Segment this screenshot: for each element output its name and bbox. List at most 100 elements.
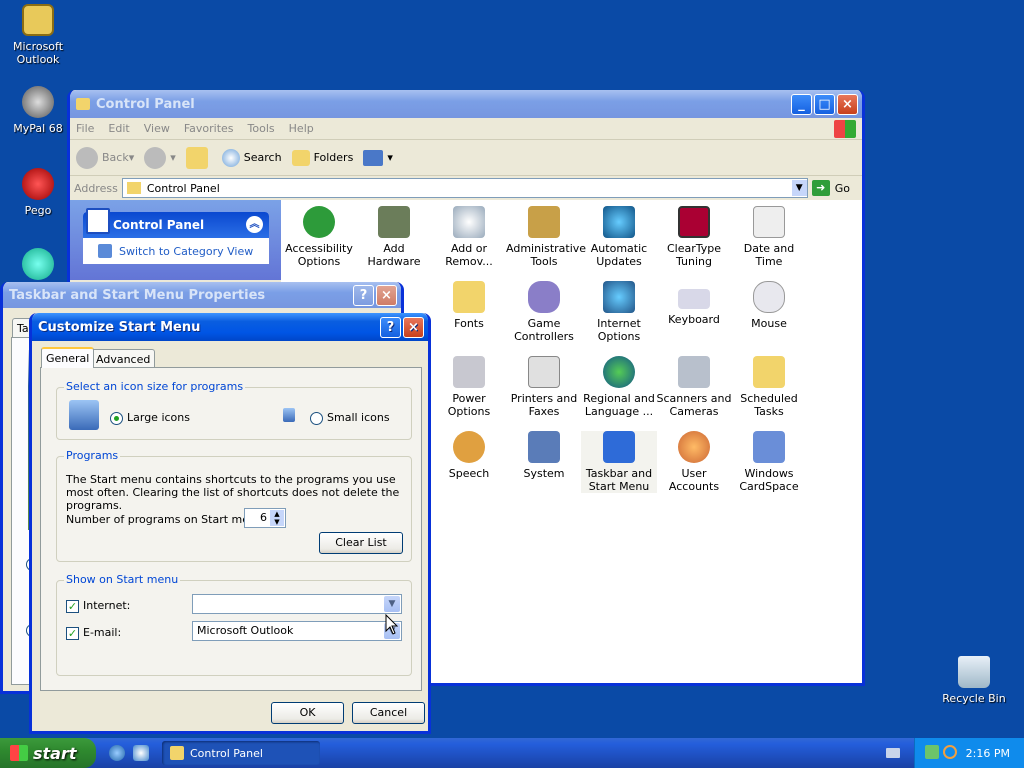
cp-internet-options[interactable]: Internet Options (581, 281, 657, 343)
chevron-down-icon[interactable]: ▼ (384, 596, 400, 612)
cp-automatic-updates[interactable]: Automatic Updates (581, 206, 657, 268)
up-folder-button[interactable] (185, 146, 212, 169)
cp-scheduled-tasks[interactable]: Scheduled Tasks (731, 356, 807, 418)
email-combo[interactable]: Microsoft Outlook ▼ (192, 621, 402, 641)
recycle-bin-icon (958, 656, 990, 688)
radio-button[interactable] (310, 411, 323, 425)
internet-combo[interactable]: ▼ (192, 594, 402, 614)
search-tray-icon[interactable] (943, 745, 957, 759)
programs-description: The Start menu contains shortcuts to the… (66, 473, 400, 512)
views-button[interactable]: ▾ (363, 149, 393, 166)
cp-keyboard[interactable]: Keyboard (656, 281, 732, 326)
views-icon (363, 149, 384, 166)
keyboard-indicator-icon[interactable] (886, 748, 900, 758)
cp-user-accounts[interactable]: User Accounts (656, 431, 732, 493)
tab-general[interactable]: General (41, 347, 95, 368)
small-icons-icon (283, 408, 295, 422)
desktop-icon-partial[interactable] (0, 248, 76, 284)
cp-administrative-tools[interactable]: Administrative Tools (506, 206, 586, 268)
forward-arrow-icon (144, 146, 167, 169)
switch-category-link[interactable]: Switch to Category View (83, 238, 269, 264)
collapse-icon[interactable]: ︽ (246, 216, 263, 233)
accessibility-icon (303, 206, 335, 238)
menu-favorites[interactable]: Favorites (184, 122, 234, 135)
window-title: Control Panel (96, 96, 195, 112)
network-icon[interactable] (925, 745, 939, 759)
ok-button[interactable]: OK (271, 702, 344, 724)
address-input[interactable]: Control Panel ▼ (121, 178, 808, 198)
clear-list-button[interactable]: Clear List (319, 532, 403, 554)
back-arrow-icon (76, 146, 98, 169)
icon-size-group: Select an icon size for programs Large i… (56, 380, 412, 440)
internet-checkbox[interactable]: ✓ Internet: (66, 599, 130, 613)
power-icon (453, 356, 485, 388)
control-panel-box: Control Panel ︽ Switch to Category View (83, 208, 269, 264)
close-button[interactable]: × (403, 316, 424, 338)
cp-regional-language[interactable]: Regional and Language ... (581, 356, 657, 418)
windows-logo-icon (834, 119, 856, 138)
programs-legend: Programs (64, 449, 121, 462)
close-button[interactable]: × (837, 93, 858, 115)
search-button[interactable]: Search (221, 148, 282, 167)
tab-advanced[interactable]: Advanced (91, 349, 156, 369)
forward-button[interactable]: ▾ (144, 146, 176, 169)
cp-taskbar-start-menu[interactable]: Taskbar and Start Menu (581, 431, 657, 493)
cp-power-options[interactable]: Power Options (431, 356, 507, 418)
back-button[interactable]: Back ▾ (76, 146, 134, 169)
cp-fonts[interactable]: Fonts (431, 281, 507, 330)
menu-tools[interactable]: Tools (248, 122, 275, 135)
cp-add-remove[interactable]: Add or Remov... (431, 206, 507, 268)
cp-scanners-cameras[interactable]: Scanners and Cameras (656, 356, 732, 418)
control-panel-box-header[interactable]: Control Panel ︽ (83, 208, 269, 238)
desktop-icon-outlook[interactable]: Microsoft Outlook (0, 4, 76, 66)
desktop-icon-recycle-bin[interactable]: Recycle Bin (936, 656, 1012, 705)
checkmark-icon[interactable]: ✓ (66, 626, 79, 640)
program-count-spinner[interactable]: 6 ▲ ▼ (244, 508, 286, 528)
cp-speech[interactable]: Speech (431, 431, 507, 480)
cp-cleartype-tuning[interactable]: ClearType Tuning (656, 206, 732, 268)
desktop-icon-mypal[interactable]: MyPal 68 (0, 86, 76, 135)
radio-button[interactable] (110, 411, 123, 425)
desktop-icon-pego[interactable]: Pego (0, 168, 76, 217)
checkmark-icon[interactable]: ✓ (66, 599, 79, 613)
cp-add-hardware[interactable]: Add Hardware (356, 206, 432, 268)
email-checkbox[interactable]: ✓ E-mail: (66, 626, 121, 640)
start-button[interactable]: start (0, 738, 96, 768)
clock[interactable]: 2:16 PM (966, 747, 1010, 760)
internet-explorer-icon[interactable] (109, 745, 125, 761)
speech-icon (453, 431, 485, 463)
taskbar-item-control-panel[interactable]: Control Panel (162, 741, 320, 765)
minimize-button[interactable]: _ (791, 93, 812, 115)
menu-view[interactable]: View (144, 122, 170, 135)
menu-file[interactable]: File (76, 122, 94, 135)
customize-titlebar[interactable]: Customize Start Menu ? × (32, 313, 428, 341)
toolbar: Back ▾ ▾ Search Folders ▾ (70, 140, 862, 176)
taskbar-properties-titlebar[interactable]: Taskbar and Start Menu Properties ? × (3, 282, 401, 308)
chevron-down-icon[interactable]: ▼ (791, 180, 807, 196)
printer-icon (528, 356, 560, 388)
cp-printers-faxes[interactable]: Printers and Faxes (506, 356, 582, 418)
menu-help[interactable]: Help (289, 122, 314, 135)
program-count-label: Number of programs on Start menu: (66, 513, 267, 526)
spin-arrows-icon[interactable]: ▲ ▼ (270, 510, 284, 526)
help-button[interactable]: ? (353, 284, 374, 306)
close-button[interactable]: × (376, 284, 397, 306)
large-icons-radio[interactable]: Large icons (110, 411, 190, 425)
go-button[interactable]: ➜ Go (811, 180, 850, 196)
cp-system[interactable]: System (506, 431, 582, 480)
cp-mouse[interactable]: Mouse (731, 281, 807, 330)
cp-accessibility-options[interactable]: Accessibility Options (281, 206, 357, 268)
cp-game-controllers[interactable]: Game Controllers (506, 281, 582, 343)
folders-button[interactable]: Folders (291, 149, 353, 166)
up-folder-icon (185, 146, 208, 169)
cp-windows-cardspace[interactable]: Windows CardSpace (731, 431, 807, 493)
cancel-button[interactable]: Cancel (352, 702, 425, 724)
cp-date-time[interactable]: Date and Time (731, 206, 807, 268)
small-icons-radio[interactable]: Small icons (310, 411, 390, 425)
help-button[interactable]: ? (380, 316, 401, 338)
maximize-button[interactable]: □ (814, 93, 835, 115)
clock-icon (753, 206, 785, 238)
control-panel-titlebar[interactable]: Control Panel _ □ × (70, 90, 862, 118)
menu-edit[interactable]: Edit (108, 122, 129, 135)
quick-launch-icon[interactable] (133, 745, 149, 761)
